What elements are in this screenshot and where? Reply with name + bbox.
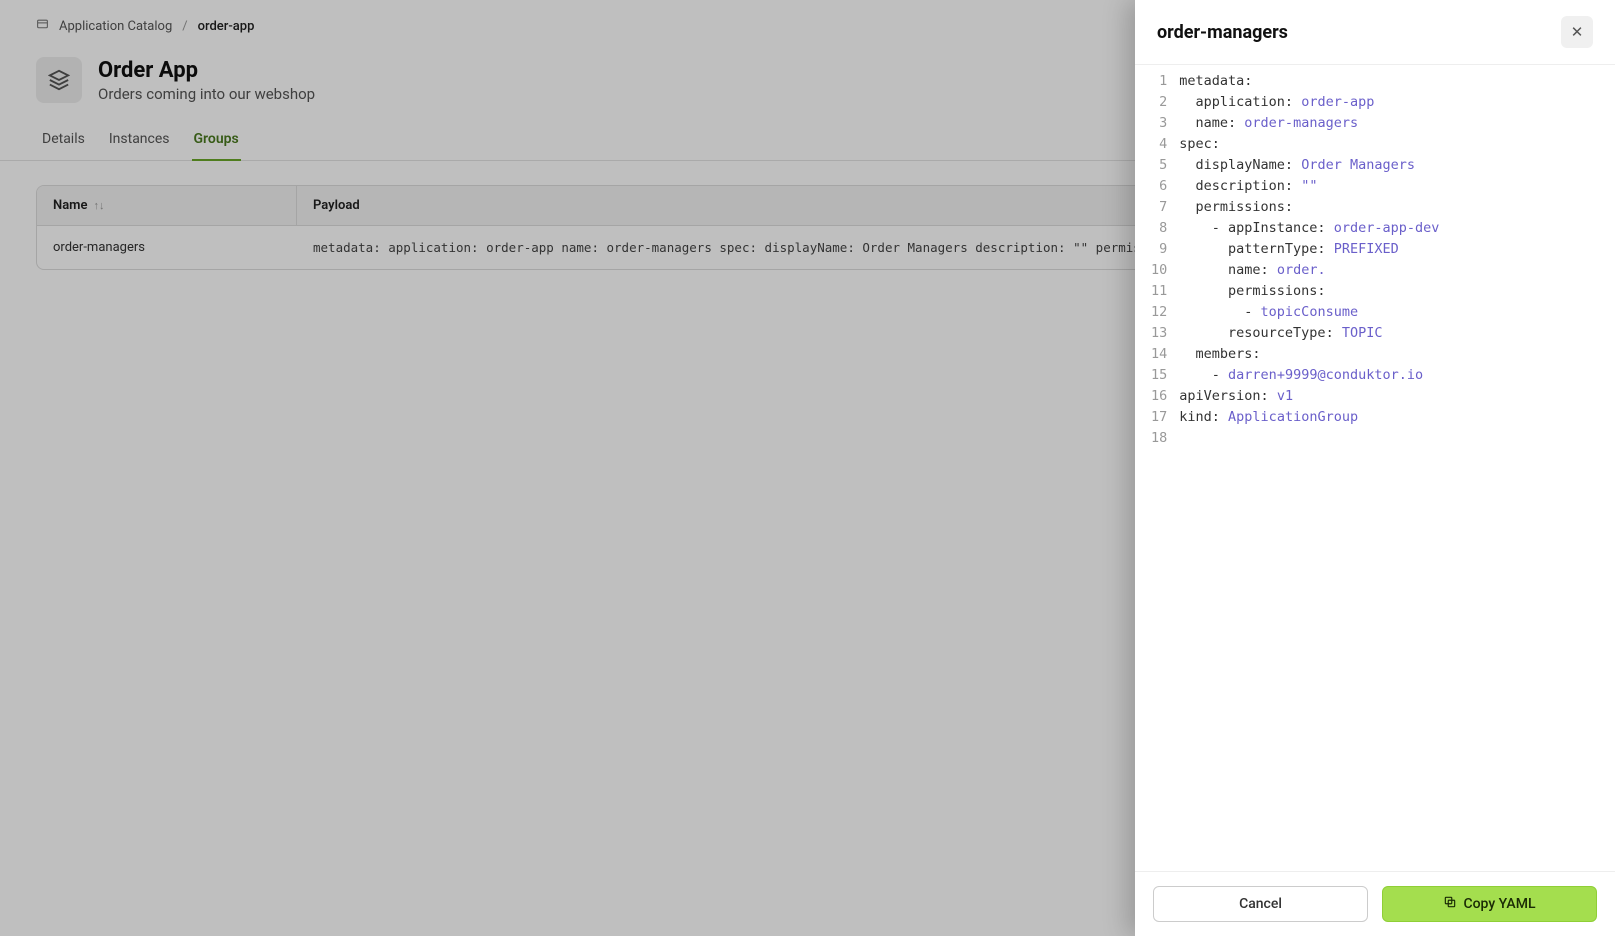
copy-icon	[1443, 895, 1457, 913]
close-button[interactable]: ✕	[1561, 16, 1593, 48]
line-gutter: 123456789101112131415161718	[1135, 71, 1179, 871]
side-panel: order-managers ✕ 12345678910111213141516…	[1135, 0, 1615, 936]
copy-yaml-button[interactable]: Copy YAML	[1382, 886, 1597, 922]
close-icon: ✕	[1571, 23, 1584, 41]
cancel-button[interactable]: Cancel	[1153, 886, 1368, 922]
code-lines: metadata: application: order-app name: o…	[1179, 71, 1615, 871]
panel-title: order-managers	[1157, 22, 1288, 43]
yaml-viewer[interactable]: 123456789101112131415161718 metadata: ap…	[1135, 65, 1615, 871]
